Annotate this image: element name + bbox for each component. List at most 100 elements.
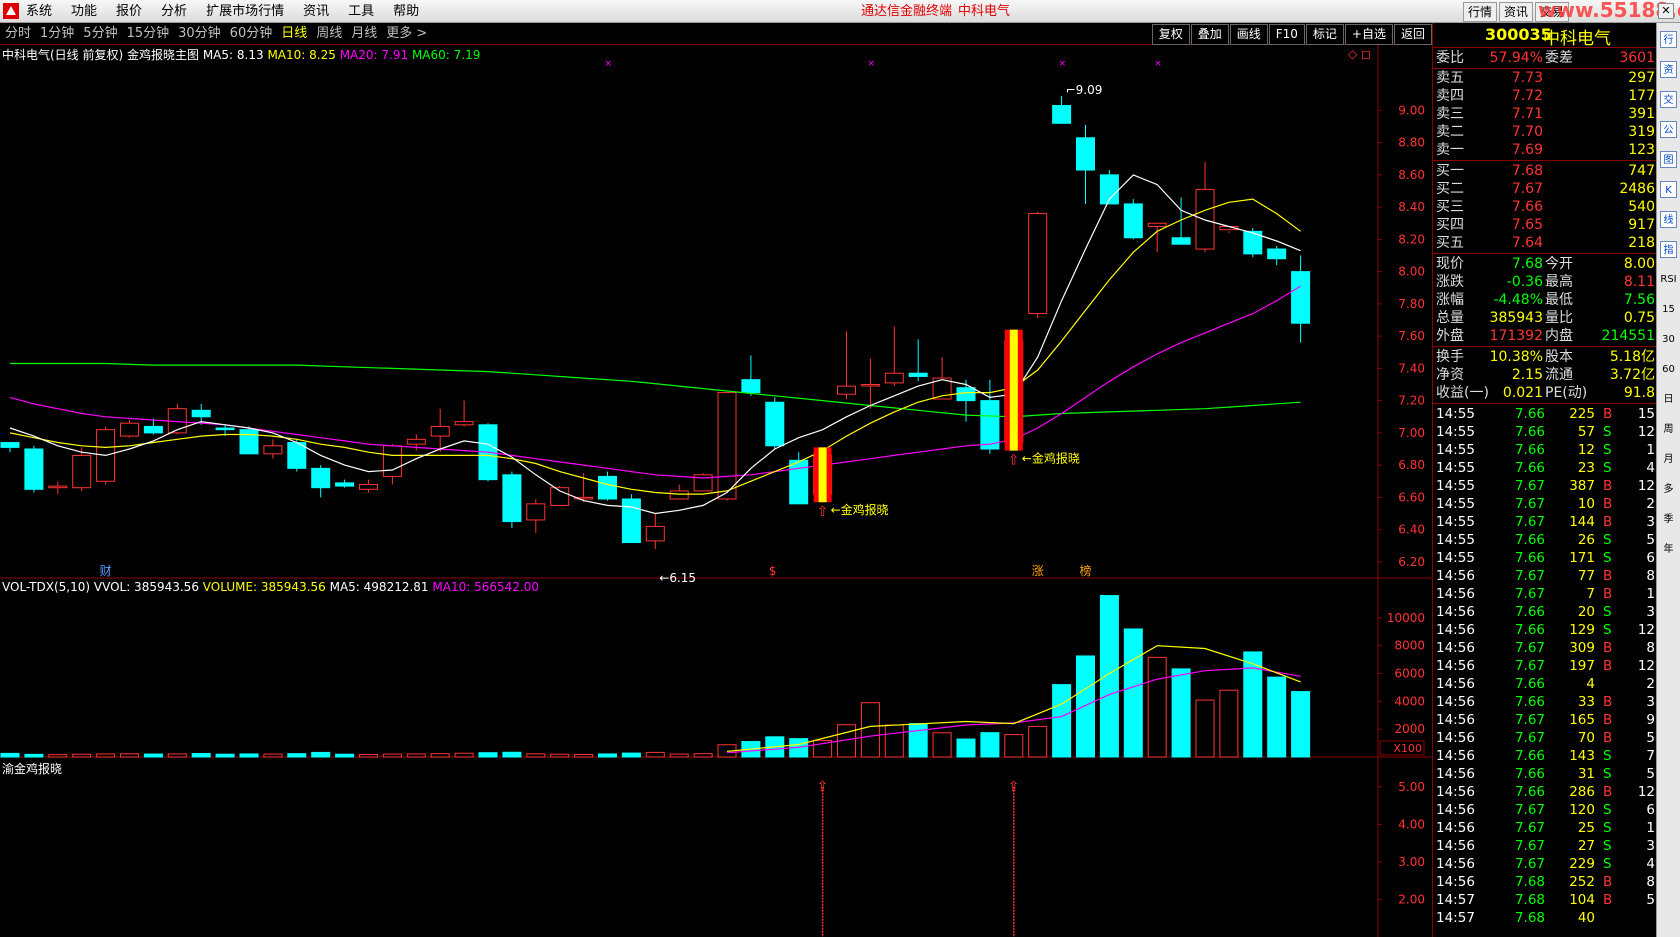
side-toolbar-icon[interactable]: 交 [1660,91,1677,108]
volume-readout: VOLUME: 385943.56 [202,580,326,594]
tab-news[interactable]: 资讯 [1499,2,1534,22]
tab-period-1min[interactable]: 1分钟 [40,23,74,45]
menu-item-quote[interactable]: 报价 [116,0,142,23]
mark-button[interactable]: 标记 [1305,24,1344,45]
side-toolbar-icon[interactable]: 行 [1660,31,1677,48]
volume-bar [1267,676,1287,758]
tab-period-30min[interactable]: 30分钟 [178,23,221,45]
tick-volume: 57 [1577,424,1595,440]
signal-label: ←金鸡报晓 [1022,451,1080,466]
tick-time: 14:55 [1436,550,1475,566]
volume-bar [693,753,713,758]
tab-period-monthly[interactable]: 月线 [351,23,377,45]
buy-volume: 2486 [1619,181,1655,197]
buy-row[interactable]: 买三 7.66 540 [1433,198,1657,217]
buy-row[interactable]: 买一 7.68 747 [1433,162,1657,181]
buy-row[interactable]: 买二 7.67 2486 [1433,180,1657,199]
side-toolbar-icon[interactable]: 15 [1660,301,1677,318]
side-toolbar-icon[interactable]: 60 [1660,361,1677,378]
kline-chart-area[interactable]: 9.00 8.80 8.60 8.40 8.20 8.00 7.80 7.60 7.40 7.20… [0,45,1432,937]
sell-row[interactable]: 卖五 7.73 297 [1433,69,1657,88]
adjust-button[interactable]: 复权 [1151,24,1190,45]
menu-item-system[interactable]: 系统 [26,0,52,23]
tab-period-60min[interactable]: 60分钟 [230,23,273,45]
side-toolbar-icon[interactable]: 图 [1660,151,1677,168]
tab-period-daily[interactable]: 日线 [281,23,307,45]
volume-bar [645,751,665,758]
tick-price: 7.66 [1514,406,1545,422]
add-watchlist-button[interactable]: +自选 [1344,24,1393,45]
tick-volume: 23 [1577,460,1595,476]
side-toolbar-icon[interactable]: 月 [1660,451,1677,468]
candle-body [789,459,809,505]
tick-side: S [1603,766,1612,782]
info-mine-mark: × [1059,59,1067,69]
side-toolbar-icon[interactable]: 年 [1660,541,1677,558]
side-toolbar-icon[interactable]: 日 [1660,391,1677,408]
signal-label: ←金鸡报晓 [831,502,889,517]
tab-period-weekly[interactable]: 周线 [316,23,342,45]
candle-body [430,425,450,437]
tab-quote[interactable]: 行情 [1463,2,1498,22]
side-toolbar-icon[interactable]: 30 [1660,331,1677,348]
price-tick-label: 8.40 [1398,200,1425,214]
side-toolbar-icon[interactable]: K [1660,181,1677,198]
draw-line-button[interactable]: 画线 [1229,24,1268,45]
volume-bar [24,753,44,758]
side-toolbar-icon[interactable]: 指 [1660,241,1677,258]
tick-time: 14:55 [1436,406,1475,422]
side-toolbar-icon[interactable]: 多 [1660,481,1677,498]
side-toolbar-icon[interactable]: 季 [1660,511,1677,528]
fundamental-label: 股本 [1545,349,1573,365]
tab-period-5min[interactable]: 5分钟 [83,23,117,45]
menu-item-tools[interactable]: 工具 [348,0,374,23]
sell-price: 7.72 [1511,88,1543,104]
back-button[interactable]: 返回 [1393,24,1432,45]
volume-bar [430,753,450,758]
tab-period-15min[interactable]: 15分钟 [127,23,170,45]
side-toolbar-icon[interactable]: 线 [1660,211,1677,228]
close-icon[interactable]: ✕ [1658,3,1674,19]
ma10-readout: MA10: 8.25 [267,48,336,62]
info-mine-mark: × [867,59,875,69]
tick-time: 14:56 [1436,604,1475,620]
side-toolbar-icon[interactable]: 周 [1660,421,1677,438]
chart-expand-icon: ◇ ◻ [1348,47,1371,61]
side-toolbar-icon[interactable]: RSI [1660,271,1677,288]
buy-row[interactable]: 买五 7.64 218 [1433,234,1657,253]
sell-row[interactable]: 卖三 7.71 391 [1433,105,1657,124]
buy-row[interactable]: 买四 7.65 917 [1433,216,1657,235]
tick-count: 12 [1637,478,1655,494]
tick-row: 14:56 7.67 7 B 1 [1433,585,1657,603]
side-toolbar-icon[interactable]: 资 [1660,61,1677,78]
tab-period-intraday[interactable]: 分时 [5,23,31,45]
menu-item-extended-market[interactable]: 扩展市场行情 [206,0,284,23]
sell-row[interactable]: 卖二 7.70 319 [1433,123,1657,142]
tick-row: 14:56 7.67 120 S 6 [1433,801,1657,819]
tick-side: S [1603,460,1612,476]
indicator-info-line: 渝金鸡报晓 [2,760,62,777]
tick-count: 1 [1646,586,1655,602]
kline-title: 中科电气(日线 前复权) 金鸡报晓主图 [2,48,199,62]
tick-count: 7 [1646,748,1655,764]
tick-side: S [1603,856,1612,872]
menu-item-function[interactable]: 功能 [71,0,97,23]
tab-period-more[interactable]: 更多 > [386,23,427,45]
overlay-button[interactable]: 叠加 [1190,24,1229,45]
sell-row[interactable]: 卖四 7.72 177 [1433,87,1657,106]
price-tick-label: 6.80 [1398,458,1425,472]
tick-side: B [1603,694,1613,710]
f10-button[interactable]: F10 [1268,24,1305,45]
tick-time: 14:55 [1436,532,1475,548]
menu-item-help[interactable]: 帮助 [393,0,419,23]
candle-body [335,482,355,487]
sell-row[interactable]: 卖一 7.69 123 [1433,141,1657,160]
candle-body [645,525,665,542]
ma5-line [9,174,1301,515]
tick-time: 14:56 [1436,766,1475,782]
menu-item-info[interactable]: 资讯 [303,0,329,23]
candle-body [454,421,474,426]
side-toolbar-icon[interactable]: 公 [1660,121,1677,138]
tick-row: 14:57 7.68 104 B 5 [1433,891,1657,909]
menu-item-analysis[interactable]: 分析 [161,0,187,23]
